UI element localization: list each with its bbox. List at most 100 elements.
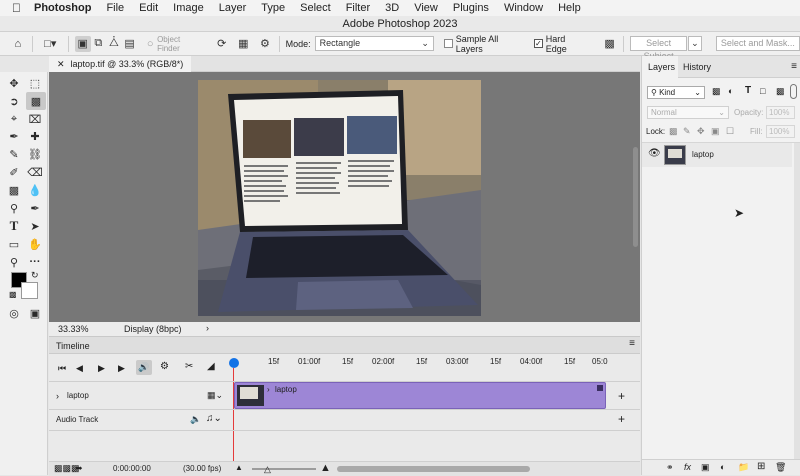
filter-type-icon[interactable]: T xyxy=(745,85,751,96)
hand-tool-icon[interactable]: ✋ xyxy=(26,236,44,252)
menu-edit[interactable]: Edit xyxy=(139,2,158,14)
opacity-input[interactable]: 100% xyxy=(766,106,795,119)
brush-tool-icon[interactable]: ✎ xyxy=(5,146,23,162)
swap-colors-icon[interactable]: ↻ xyxy=(31,270,39,281)
mode-select[interactable]: Rectangle ⌄ xyxy=(314,36,434,51)
sample-all-layers-checkbox[interactable] xyxy=(443,39,453,48)
filter-smart-object-icon[interactable]: ▩ xyxy=(776,86,785,97)
menu-file[interactable]: File xyxy=(106,2,124,14)
chevron-right-icon[interactable]: › xyxy=(56,391,59,401)
menu-select[interactable]: Select xyxy=(300,2,331,14)
add-media-icon[interactable]: + xyxy=(618,389,625,403)
zoom-slider[interactable] xyxy=(252,468,316,470)
render-video-icon[interactable]: ➦ xyxy=(75,463,83,474)
video-clip[interactable]: › laptop xyxy=(234,382,606,409)
quick-mask-icon[interactable]: ◎ xyxy=(5,305,23,321)
frame-tool-icon[interactable]: ⌧ xyxy=(26,111,44,127)
canvas-vertical-scrollbar[interactable] xyxy=(633,147,638,247)
object-selection-tool-icon[interactable]: ▩ xyxy=(26,92,46,110)
object-finder-checkbox[interactable]: ○ xyxy=(145,36,155,52)
type-tool-icon[interactable]: T xyxy=(5,218,23,234)
gradient-tool-icon[interactable]: ▩ xyxy=(5,182,23,198)
link-layers-icon[interactable]: ⚭ xyxy=(666,462,674,473)
music-note-icon[interactable]: ♫⌄ xyxy=(206,413,222,424)
apple-icon[interactable]:  xyxy=(12,1,21,15)
zoom-out-icon[interactable]: ▲ xyxy=(235,463,243,472)
clip-end-handle[interactable] xyxy=(597,385,603,391)
filter-shape-icon[interactable]: □ xyxy=(760,86,765,96)
fx-icon[interactable]: fx xyxy=(684,462,691,472)
new-layer-icon[interactable]: ⊞ xyxy=(757,461,765,472)
gear-icon[interactable]: ⚙ xyxy=(257,36,273,52)
blend-mode-select[interactable]: Normal ⌄ xyxy=(647,106,729,119)
panel-menu-icon[interactable]: ≡ xyxy=(791,61,797,72)
crop-tool-icon[interactable]: ⌖ xyxy=(5,111,23,127)
filter-adjustment-icon[interactable]: ◐ xyxy=(728,86,733,96)
close-icon[interactable]: ✕ xyxy=(57,56,65,72)
new-group-icon[interactable]: 📁 xyxy=(738,462,749,473)
tab-history[interactable]: History xyxy=(683,62,711,72)
marquee-tool-icon[interactable]: ⬚ xyxy=(26,75,44,91)
play-icon[interactable]: ▶ xyxy=(98,363,105,374)
menu-type[interactable]: Type xyxy=(261,2,285,14)
lock-artboard-icon[interactable]: ▣ xyxy=(711,126,720,137)
playback-settings-icon[interactable]: ⚙ xyxy=(160,361,169,372)
zoom-slider-handle[interactable]: △ xyxy=(264,464,271,475)
menu-layer[interactable]: Layer xyxy=(219,2,247,14)
eye-icon[interactable]: 👁 xyxy=(648,148,661,159)
menu-view[interactable]: View xyxy=(414,2,438,14)
home-icon[interactable]: ⌂ xyxy=(10,36,26,52)
hard-edge-checkbox[interactable]: ✓ xyxy=(533,39,543,48)
go-to-first-frame-icon[interactable]: ⏮ xyxy=(58,363,66,374)
select-subject-dropdown[interactable]: ⌄ xyxy=(688,36,702,51)
new-selection-icon[interactable]: ▣ xyxy=(74,35,91,52)
tool-preset-picker[interactable]: □▾ xyxy=(39,36,62,52)
menu-plugins[interactable]: Plugins xyxy=(453,2,489,14)
intersect-selection-icon[interactable]: ▤ xyxy=(122,36,138,52)
zoom-tool-icon[interactable]: ⚲ xyxy=(5,254,23,270)
default-colors-icon[interactable]: ▩ xyxy=(9,290,17,299)
menu-3d[interactable]: 3D xyxy=(385,2,399,14)
mute-audio-icon[interactable]: 🔊 xyxy=(136,360,152,375)
add-selection-icon[interactable]: ⧉ xyxy=(91,36,107,52)
chevron-right-icon[interactable]: › xyxy=(206,323,209,333)
layer-filter-select[interactable]: ⚲ Kind ⌄ xyxy=(647,86,705,99)
menu-image[interactable]: Image xyxy=(173,2,204,14)
screen-mode-icon[interactable]: ▣ xyxy=(26,305,44,321)
trash-icon[interactable]: 🗑 xyxy=(775,462,786,473)
lock-transparent-icon[interactable]: ▩ xyxy=(669,126,678,137)
add-mask-icon[interactable]: ▣ xyxy=(701,462,710,473)
clone-stamp-tool-icon[interactable]: ⛓ xyxy=(26,146,44,162)
lock-pixels-icon[interactable]: ✎ xyxy=(683,126,691,137)
select-and-mask-button[interactable]: Select and Mask... xyxy=(715,36,800,51)
lock-position-icon[interactable]: ✥ xyxy=(697,126,705,137)
film-strip-icon[interactable]: ▦⌄ xyxy=(207,390,223,401)
add-audio-icon[interactable]: + xyxy=(618,412,625,426)
previous-frame-icon[interactable]: ◀ xyxy=(76,363,83,374)
history-brush-tool-icon[interactable]: ✐ xyxy=(5,164,23,180)
background-color-swatch[interactable] xyxy=(21,282,38,299)
filter-pixel-icon[interactable]: ▩ xyxy=(712,86,721,97)
speech-bubble-icon[interactable]: ▩ xyxy=(602,36,618,52)
select-subject-button[interactable]: Select Subject xyxy=(630,36,688,61)
speaker-icon[interactable]: 🔈 xyxy=(190,414,201,425)
layers-scrollbar[interactable] xyxy=(794,143,800,469)
chevron-right-icon[interactable]: › xyxy=(267,385,270,394)
pen-tool-icon[interactable]: ✒ xyxy=(26,200,44,216)
zoom-level[interactable]: 33.33% xyxy=(58,324,89,334)
show-objects-icon[interactable]: ▦ xyxy=(235,36,251,52)
path-selection-tool-icon[interactable]: ➤ xyxy=(26,218,44,234)
document-canvas[interactable] xyxy=(198,80,481,316)
refresh-icon[interactable]: ⟳ xyxy=(214,36,230,52)
eyedropper-tool-icon[interactable]: ✒ xyxy=(5,128,23,144)
blur-tool-icon[interactable]: 💧 xyxy=(26,182,44,198)
eraser-tool-icon[interactable]: ⌫ xyxy=(26,164,44,180)
timeline-scrollbar[interactable] xyxy=(337,466,530,472)
more-tools-icon[interactable]: ··· xyxy=(26,254,44,270)
layer-row[interactable]: 👁 laptop xyxy=(642,143,792,167)
lasso-tool-icon[interactable]: ➲ xyxy=(5,93,23,109)
rectangle-tool-icon[interactable]: ▭ xyxy=(5,236,23,252)
time-ruler[interactable]: 15f 01:00f 15f 02:00f 15f 03:00f 15f 04:… xyxy=(234,355,610,369)
menu-window[interactable]: Window xyxy=(504,2,543,14)
adjustment-layer-icon[interactable]: ◐ xyxy=(720,462,725,472)
